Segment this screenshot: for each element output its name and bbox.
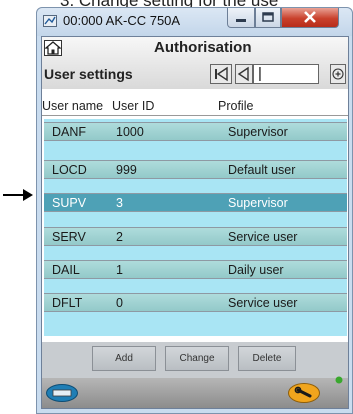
- add-button[interactable]: Add: [92, 346, 156, 371]
- user-name: LOCD: [52, 163, 87, 177]
- user-profile: Default user: [228, 163, 296, 177]
- next-page-button[interactable]: [330, 64, 346, 84]
- title-bar[interactable]: 00:000 AK-CC 750A: [37, 8, 352, 36]
- user-profile: Daily user: [228, 263, 284, 277]
- service-button[interactable]: [288, 383, 320, 403]
- section-title: User settings: [44, 66, 133, 82]
- user-list: DANF 1000 Supervisor LOCD 999 Default us…: [44, 119, 347, 336]
- user-name: SUPV: [52, 196, 87, 210]
- user-name: DAIL: [52, 263, 80, 277]
- first-page-icon: [215, 66, 228, 82]
- first-page-button[interactable]: [210, 64, 232, 84]
- page-title: Authorisation: [154, 39, 252, 56]
- previous-page-button[interactable]: [235, 64, 253, 84]
- user-id: 1: [116, 263, 123, 277]
- connection-icon: [52, 389, 72, 397]
- previous-icon: [237, 66, 249, 82]
- close-button[interactable]: [281, 8, 339, 28]
- app-icon: [43, 15, 57, 27]
- home-icon: [44, 41, 62, 55]
- change-button[interactable]: Change: [165, 346, 229, 371]
- user-row[interactable]: DFLT 0 Service user: [44, 293, 347, 312]
- user-id: 2: [116, 230, 123, 244]
- col-profile: Profile: [218, 99, 254, 113]
- minimize-icon: [236, 19, 246, 22]
- connection-button[interactable]: [46, 384, 78, 402]
- user-profile: Service user: [228, 230, 298, 244]
- col-user-name: User name: [42, 99, 104, 113]
- close-icon: [304, 11, 316, 23]
- next-icon: [332, 68, 344, 80]
- action-area: Add Change Delete: [42, 342, 348, 408]
- delete-button[interactable]: Delete: [238, 346, 296, 371]
- arrow-right-icon: [3, 189, 33, 201]
- column-headers: User name User ID Profile: [42, 99, 348, 116]
- app-window: 00:000 AK-CC 750A Authorisation User set…: [36, 7, 353, 414]
- status-bar: [42, 376, 348, 408]
- user-row[interactable]: DAIL 1 Daily user: [44, 260, 347, 279]
- wrench-icon: [294, 386, 312, 398]
- minimize-button[interactable]: [227, 8, 255, 28]
- user-id: 1000: [116, 125, 144, 139]
- maximize-icon: [262, 12, 274, 22]
- user-profile: Service user: [228, 296, 298, 310]
- user-row[interactable]: DANF 1000 Supervisor: [44, 122, 347, 141]
- page-field[interactable]: |: [253, 64, 319, 84]
- user-name: DFLT: [52, 296, 83, 310]
- client-area: Authorisation User settings | User name …: [41, 36, 349, 409]
- window-title: 00:000 AK-CC 750A: [63, 13, 181, 28]
- user-name: SERV: [52, 230, 86, 244]
- user-row[interactable]: LOCD 999 Default user: [44, 160, 347, 179]
- user-name: DANF: [52, 125, 87, 139]
- user-profile: Supervisor: [228, 196, 288, 210]
- user-profile: Supervisor: [228, 125, 288, 139]
- user-row-selected[interactable]: SUPV 3 Supervisor: [44, 193, 347, 212]
- page-header: Authorisation User settings |: [42, 37, 348, 89]
- status-led-icon: [335, 376, 343, 384]
- user-id: 0: [116, 296, 123, 310]
- home-button[interactable]: [44, 40, 62, 56]
- maximize-button[interactable]: [255, 8, 281, 28]
- user-row[interactable]: SERV 2 Service user: [44, 227, 347, 246]
- col-user-id: User ID: [112, 99, 155, 113]
- user-id: 999: [116, 163, 137, 177]
- page-value: |: [258, 65, 262, 82]
- user-id: 3: [116, 196, 123, 210]
